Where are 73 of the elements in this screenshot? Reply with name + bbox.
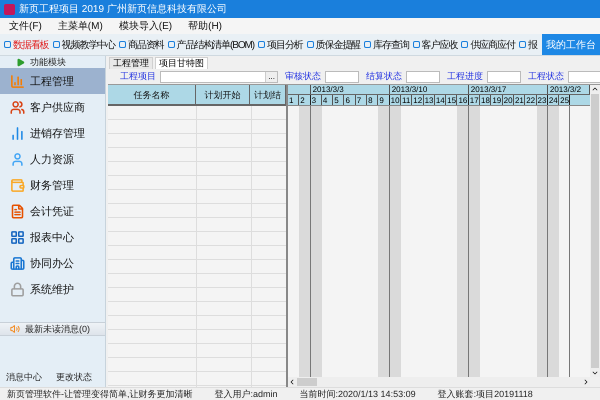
toolbar-item[interactable]: 客户应收 bbox=[412, 38, 458, 52]
day-header: 25 bbox=[559, 95, 570, 105]
day-header: 23 bbox=[536, 95, 548, 105]
sidebar-item[interactable]: 报表中心 bbox=[0, 224, 105, 250]
day-header: 6 bbox=[344, 95, 356, 105]
day-header: 9 bbox=[378, 95, 390, 105]
status-text: 登入账套:项目20191118 bbox=[438, 388, 533, 400]
toolbar-item[interactable]: 视频教学中心 bbox=[52, 38, 116, 52]
project-field[interactable]: ... bbox=[160, 70, 278, 82]
sidebar-item[interactable]: 协同办公 bbox=[0, 250, 105, 276]
day-header: 5 bbox=[333, 95, 344, 105]
column-header: 任务名称 bbox=[108, 85, 196, 104]
day-header: 3 bbox=[310, 95, 322, 105]
day-header: 7 bbox=[356, 95, 368, 105]
day-header: 12 bbox=[412, 95, 424, 105]
toolbar-item[interactable]: 库存查询 bbox=[364, 38, 409, 52]
day-header: 2 bbox=[299, 95, 311, 105]
day-header: 14 bbox=[434, 95, 446, 105]
day-header: 19 bbox=[491, 95, 503, 105]
day-header: 16 bbox=[457, 95, 469, 105]
day-header: 17 bbox=[468, 95, 480, 105]
day-header: 1 bbox=[288, 95, 300, 105]
day-header: 20 bbox=[502, 95, 514, 105]
menu-item[interactable]: 模块导入(E) bbox=[118, 19, 172, 33]
sidebar-item[interactable]: 会计凭证 bbox=[0, 198, 105, 224]
toolbar-item[interactable]: 数据看板 bbox=[4, 38, 49, 52]
day-header: 13 bbox=[424, 95, 435, 105]
toolbar-item[interactable]: 报 bbox=[518, 38, 537, 52]
toolbar-item[interactable]: 项目分析 bbox=[258, 38, 303, 52]
menu-item[interactable]: 主菜单(M) bbox=[58, 19, 103, 33]
footer-link[interactable]: 更改状态 bbox=[56, 371, 92, 384]
filter-label: 工程进度 bbox=[447, 70, 483, 83]
filter-label: 工程项目 bbox=[120, 70, 156, 83]
sidebar-item[interactable]: 进销存管理 bbox=[0, 120, 105, 146]
week-header: 2013/3/3 bbox=[310, 85, 390, 94]
browse-button[interactable]: ... bbox=[265, 72, 277, 82]
column-header: 计划开始 bbox=[196, 85, 250, 104]
day-header: 15 bbox=[446, 95, 458, 105]
menu-item[interactable]: 文件(F) bbox=[9, 19, 42, 33]
status-text: 新页管理软件-让管理变得简单,让财务更加清晰 bbox=[7, 388, 192, 400]
toolbar-item[interactable]: 供应商应付 bbox=[461, 38, 515, 52]
footer-link[interactable]: 消息中心 bbox=[6, 371, 42, 384]
day-header: 11 bbox=[400, 95, 412, 105]
sidebar-item[interactable]: 工程管理 bbox=[0, 68, 105, 94]
tab[interactable]: 工程管理 bbox=[109, 57, 153, 69]
day-header: 22 bbox=[525, 95, 537, 105]
day-header: 21 bbox=[514, 95, 526, 105]
toolbar-item[interactable]: 商品资料 bbox=[119, 38, 164, 52]
day-header: 24 bbox=[548, 95, 560, 105]
week-header: 2013/3/17 bbox=[468, 85, 548, 94]
window-title: 新页工程项目 2019 广州新页信息科技有限公司 bbox=[19, 2, 227, 16]
day-header: 18 bbox=[480, 95, 492, 105]
sidebar-item[interactable]: 财务管理 bbox=[0, 172, 105, 198]
sidebar-item[interactable]: 人力资源 bbox=[0, 146, 105, 172]
tab[interactable]: 项目甘特图 bbox=[155, 57, 208, 69]
day-header: 8 bbox=[367, 95, 378, 105]
status-text: 登入用户:admin bbox=[214, 388, 278, 400]
messages-bar[interactable]: 最新未读消息(0) bbox=[0, 322, 105, 336]
toolbar-item[interactable]: 质保金提醒 bbox=[306, 38, 360, 52]
day-header: 10 bbox=[390, 95, 401, 105]
status-text: 当前时间:2020/1/13 14:53:09 bbox=[300, 388, 416, 400]
column-header: 计划结 bbox=[250, 85, 286, 104]
sidebar-header: 功能模块 bbox=[30, 56, 66, 68]
sidebar-item[interactable]: 客户供应商 bbox=[0, 94, 105, 120]
toolbar-item[interactable]: 产品结构清单(BOM) bbox=[168, 38, 254, 52]
filter-label: 工程状态 bbox=[528, 70, 564, 83]
week-header: 2013/3/10 bbox=[390, 85, 469, 94]
menu-item[interactable]: 帮助(H) bbox=[188, 19, 222, 33]
filter-label: 审核状态 bbox=[285, 70, 321, 83]
workbench-button[interactable]: 我的工作台 bbox=[542, 34, 600, 55]
day-header: 4 bbox=[322, 95, 334, 105]
filter-label: 结算状态 bbox=[366, 70, 402, 83]
sidebar-item[interactable]: 系统维护 bbox=[0, 276, 105, 302]
